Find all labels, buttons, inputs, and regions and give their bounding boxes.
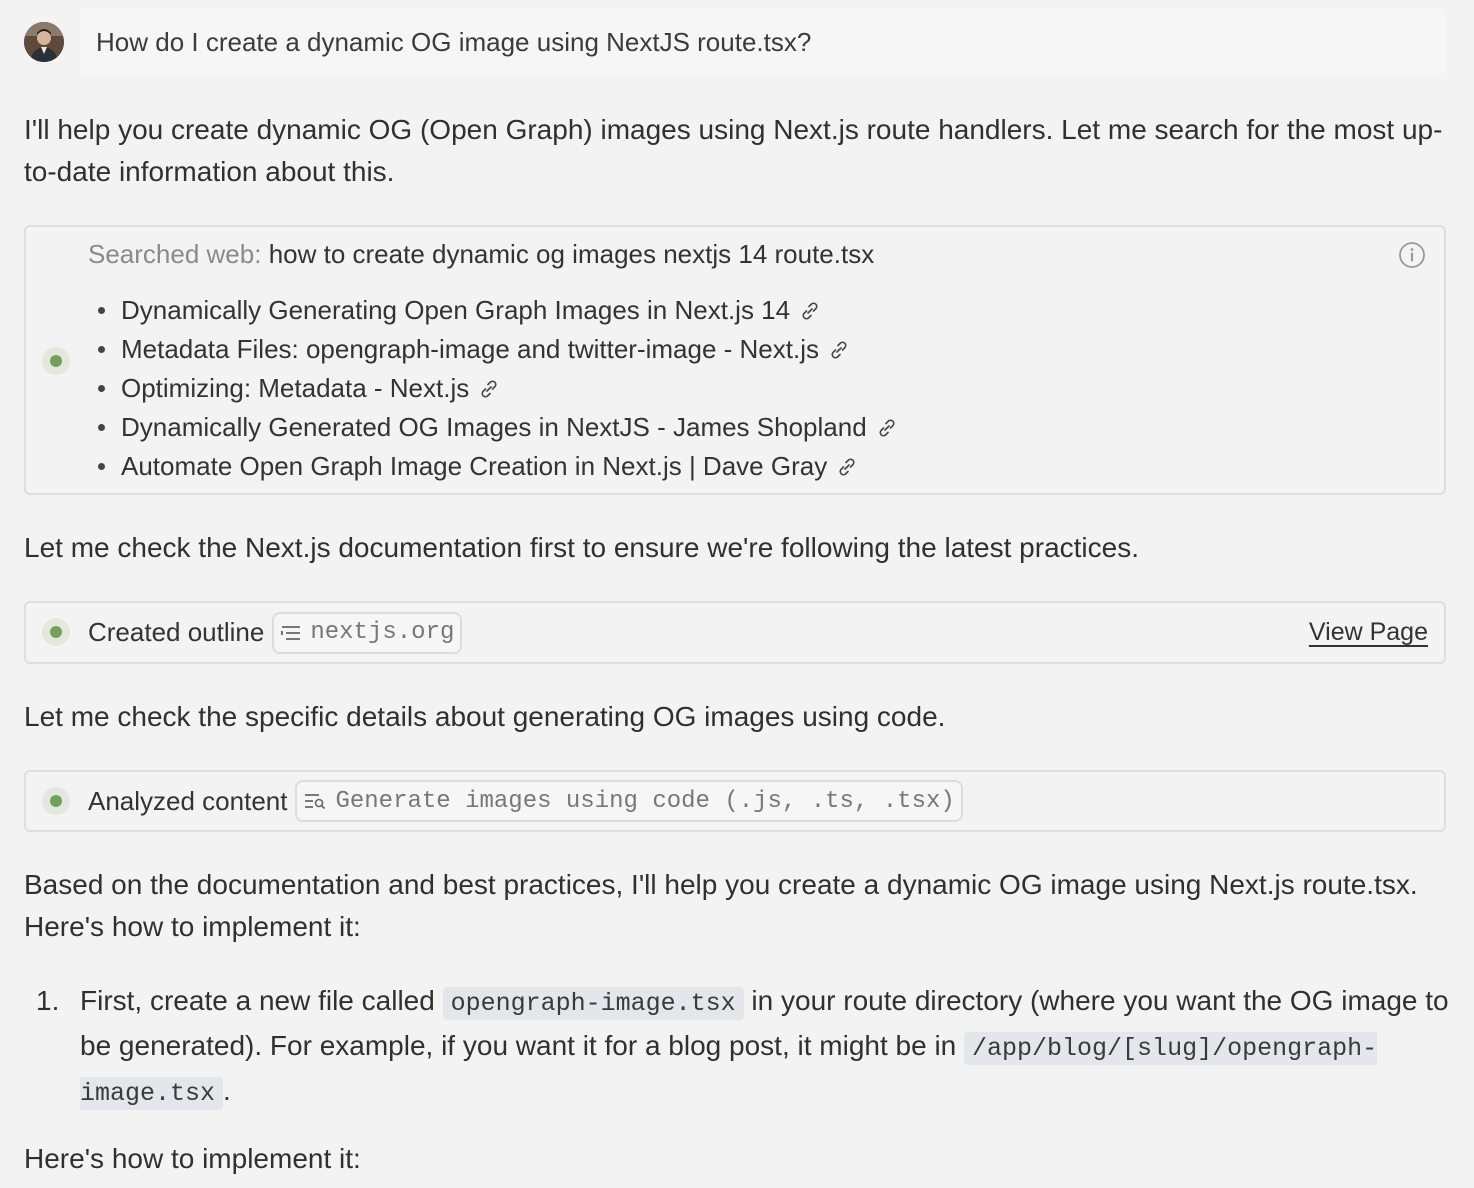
link-icon[interactable] <box>835 455 859 479</box>
link-icon[interactable] <box>875 416 899 440</box>
link-icon[interactable] <box>798 299 822 323</box>
inline-code-filename: opengraph-image.tsx <box>442 987 744 1020</box>
list-item-number: 1. <box>36 985 60 1016</box>
status-complete-icon <box>42 347 70 375</box>
assistant-based-on: Based on the documentation and best prac… <box>24 869 1418 942</box>
analyzed-row: Analyzed content Generate images using c… <box>88 772 963 830</box>
search-result-item[interactable]: Metadata Files: opengraph-image and twit… <box>96 330 899 369</box>
outline-source-text: nextjs.org <box>310 619 455 646</box>
link-icon[interactable] <box>477 377 501 401</box>
step-text-a: First, create a new file called <box>80 985 435 1016</box>
bullet <box>98 385 105 392</box>
bullet <box>98 346 105 353</box>
analyzed-card: Analyzed content Generate images using c… <box>24 770 1446 832</box>
search-header: Searched web: how to create dynamic og i… <box>88 239 874 270</box>
search-result-item[interactable]: Optimizing: Metadata - Next.js <box>96 369 899 408</box>
assistant-check-docs: Let me check the Next.js documentation f… <box>24 532 1139 563</box>
outline-card: Created outline nextjs.org View Page <box>24 601 1446 664</box>
analyzed-label: Analyzed content <box>88 785 288 816</box>
search-results-list: Dynamically Generating Open Graph Images… <box>96 291 899 486</box>
ordered-list-item: 1. First, create a new file called openg… <box>24 980 1450 1115</box>
bullet <box>98 424 105 431</box>
search-query: how to create dynamic og images nextjs 1… <box>268 239 875 269</box>
assistant-check-details: Let me check the specific details about … <box>24 701 946 732</box>
search-result-item[interactable]: Dynamically Generated OG Images in NextJ… <box>96 408 899 447</box>
search-result-title[interactable]: Optimizing: Metadata - Next.js <box>121 369 469 408</box>
analyzed-content-chip[interactable]: Generate images using code (.js, .ts, .t… <box>295 780 963 822</box>
search-result-title[interactable]: Metadata Files: opengraph-image and twit… <box>121 330 819 369</box>
search-result-title[interactable]: Automate Open Graph Image Creation in Ne… <box>121 447 827 486</box>
step-text-c: . <box>223 1075 231 1106</box>
assistant-implement: Here's how to implement it: <box>24 1143 361 1174</box>
list-item-body: First, create a new file called opengrap… <box>80 980 1450 1115</box>
outline-list-icon <box>281 625 301 640</box>
bullet <box>98 307 105 314</box>
search-label: Searched web: <box>88 239 262 269</box>
web-search-card: Searched web: how to create dynamic og i… <box>24 225 1446 495</box>
info-icon[interactable] <box>1398 241 1426 269</box>
analyzed-content-text: Generate images using code (.js, .ts, .t… <box>335 787 955 815</box>
view-page-link[interactable]: View Page <box>1309 603 1428 662</box>
user-avatar <box>24 22 64 62</box>
assistant-intro: I'll help you create dynamic OG (Open Gr… <box>24 114 1443 187</box>
search-result-item[interactable]: Automate Open Graph Image Creation in Ne… <box>96 447 899 486</box>
user-message-text: How do I create a dynamic OG image using… <box>96 26 812 57</box>
status-complete-icon <box>42 618 70 646</box>
status-complete-icon <box>42 787 70 815</box>
search-result-title[interactable]: Dynamically Generated OG Images in NextJ… <box>121 408 867 447</box>
user-avatar-icon <box>24 22 64 62</box>
outline-source-chip[interactable]: nextjs.org <box>272 611 463 654</box>
link-icon[interactable] <box>827 338 851 362</box>
outline-label: Created outline <box>88 617 265 647</box>
search-result-item[interactable]: Dynamically Generating Open Graph Images… <box>96 291 899 330</box>
chat-page: How do I create a dynamic OG image using… <box>0 0 1474 1188</box>
user-message: How do I create a dynamic OG image using… <box>80 8 1446 76</box>
bullet <box>98 463 105 470</box>
search-text-icon <box>305 794 326 810</box>
search-result-title[interactable]: Dynamically Generating Open Graph Images… <box>121 291 790 330</box>
outline-row: Created outline nextjs.org <box>88 603 463 662</box>
